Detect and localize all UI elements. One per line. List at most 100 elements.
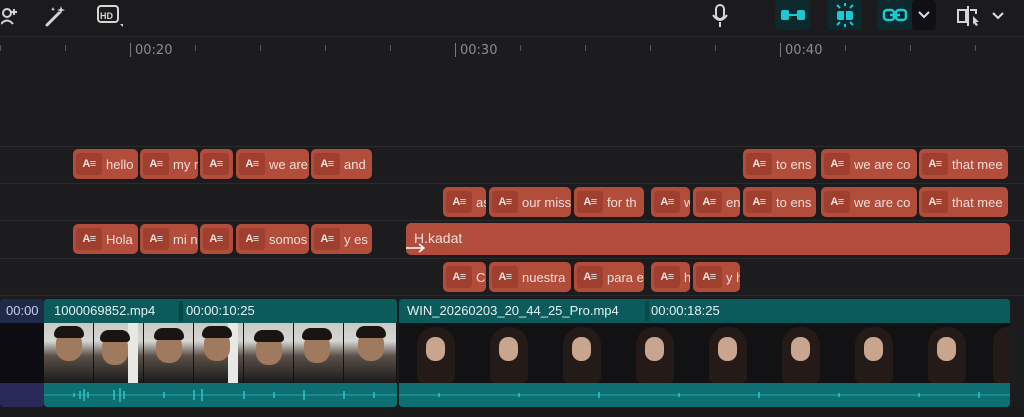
split-preview-icon[interactable] [955, 4, 985, 28]
timeline-scroll-area[interactable] [0, 407, 1024, 417]
caption-text: y es [344, 231, 368, 247]
long-text-clip[interactable]: H.kadat [406, 223, 1010, 255]
track-divider [0, 258, 1024, 259]
caption-clip[interactable]: A≡ for th [574, 187, 644, 217]
clip-duration: 00:00:18:25 [651, 303, 720, 318]
caption-text: to ens [776, 194, 812, 210]
hd-icon[interactable]: HD [96, 4, 124, 28]
link-clips-icon [882, 8, 907, 22]
ruler-tick [390, 45, 391, 51]
link-track-icon [780, 10, 805, 20]
video-frame [983, 323, 1010, 383]
caption-clip[interactable]: A≡ our miss [489, 187, 571, 217]
audio-waveform [0, 383, 44, 407]
text-caption-icon: A≡ [446, 191, 472, 213]
caption-clip[interactable]: A≡ to ens [743, 187, 816, 217]
audio-waveform [399, 383, 1010, 407]
ruler-tick [975, 45, 976, 51]
clip-thumbnails [44, 323, 397, 383]
caption-clip[interactable]: A≡ [200, 149, 233, 179]
ruler-tick [910, 45, 911, 51]
video-frame [618, 323, 691, 383]
clip-header-divider [645, 301, 649, 321]
ruler-tick [65, 45, 66, 51]
caption-clip[interactable]: A≡ to ens [743, 149, 816, 179]
ruler-tick [650, 45, 651, 51]
add-person-icon[interactable] [0, 4, 20, 28]
caption-text: nuestra [522, 269, 566, 285]
track-divider [0, 146, 1024, 147]
video-frame [44, 323, 94, 383]
caption-text: our miss [522, 194, 571, 210]
caption-clip[interactable]: A≡ that mee [919, 187, 1008, 217]
caption-clip[interactable]: A≡ para e [574, 262, 644, 292]
clip-header-divider [179, 301, 183, 321]
ruler-tick [520, 45, 521, 51]
link-clips-dropdown[interactable] [912, 0, 936, 30]
caption-clip[interactable]: A≡ that mee [919, 149, 1008, 179]
caption-clip[interactable]: A≡ y h [693, 262, 740, 292]
link-track-button[interactable] [775, 0, 810, 30]
caption-clip[interactable]: A≡ y es [311, 224, 372, 254]
text-caption-icon: A≡ [314, 153, 340, 175]
caption-clip[interactable]: A≡as [443, 187, 486, 217]
split-preview-dropdown[interactable] [991, 4, 1005, 28]
ruler-tick [325, 45, 326, 51]
caption-clip[interactable]: A≡ w [651, 187, 690, 217]
caption-clip[interactable]: A≡ nuestra [489, 262, 571, 292]
text-caption-icon: A≡ [746, 191, 772, 213]
caption-clip[interactable]: A≡ hello [73, 149, 138, 179]
caption-text: w [684, 194, 690, 210]
caption-text: para e [607, 269, 644, 285]
microphone-icon[interactable] [708, 4, 732, 28]
ruler-tick [0, 45, 1, 51]
ruler-tick [715, 45, 716, 51]
chevron-down-icon [992, 12, 1004, 20]
caption-text: we are co [854, 194, 911, 210]
caption-clip[interactable]: A≡ we are [236, 149, 309, 179]
caption-clip[interactable]: A≡ en [693, 187, 740, 217]
caption-clip[interactable]: A≡ and [311, 149, 372, 179]
video-frame [764, 323, 837, 383]
caption-clip[interactable]: A≡ C [443, 262, 486, 292]
ruler-tick [195, 45, 196, 51]
track-divider [0, 220, 1024, 221]
chevron-down-icon [918, 11, 930, 19]
text-caption-icon: A≡ [76, 153, 102, 175]
ruler-tick-major [130, 43, 131, 57]
caption-clip[interactable]: A≡ my n [140, 149, 198, 179]
timeline-ruler[interactable]: 00:20 00:30 00:40 [0, 36, 1024, 62]
video-clip-partial[interactable]: 00:00 [0, 299, 44, 407]
video-frame [294, 323, 344, 383]
caption-text: as [476, 194, 486, 210]
text-caption-icon: A≡ [654, 191, 680, 213]
video-frame [545, 323, 618, 383]
caption-clip[interactable]: A≡ we are co [821, 187, 917, 217]
caption-clip[interactable]: A≡ Hola [73, 224, 138, 254]
ruler-label-30: 00:30 [460, 43, 498, 58]
ruler-tick-major [780, 43, 781, 57]
ruler-tick [260, 45, 261, 51]
caption-text: h [684, 269, 690, 285]
text-caption-icon: A≡ [696, 266, 722, 288]
video-clip-1000069852[interactable]: 1000069852.mp4 00:00:10:25 [44, 299, 397, 407]
link-clips-button[interactable] [877, 0, 912, 30]
ruler-tick [585, 45, 586, 51]
clip-time: 00:00 [6, 303, 39, 318]
text-caption-icon: A≡ [577, 191, 603, 213]
magic-wand-icon[interactable] [43, 4, 69, 28]
caption-clip[interactable]: A≡ h [651, 262, 690, 292]
snap-button[interactable] [827, 0, 862, 30]
caption-clip[interactable]: A≡ somos [236, 224, 309, 254]
caption-clip[interactable]: A≡ we are co [821, 149, 917, 179]
caption-clip[interactable]: A≡ [200, 224, 233, 254]
timeline-toolbar: HD [0, 0, 1024, 34]
text-caption-icon: A≡ [203, 153, 229, 175]
text-caption-icon: A≡ [143, 153, 169, 175]
snap-icon [835, 3, 854, 27]
caption-text: and [344, 156, 366, 172]
video-clip-win-20260203[interactable]: WIN_20260203_20_44_25_Pro.mp4 00:00:18:2… [399, 299, 1010, 407]
caption-clip[interactable]: A≡ mi n [140, 224, 198, 254]
caption-text: hello [106, 156, 134, 172]
ruler-tick-major [455, 43, 456, 57]
